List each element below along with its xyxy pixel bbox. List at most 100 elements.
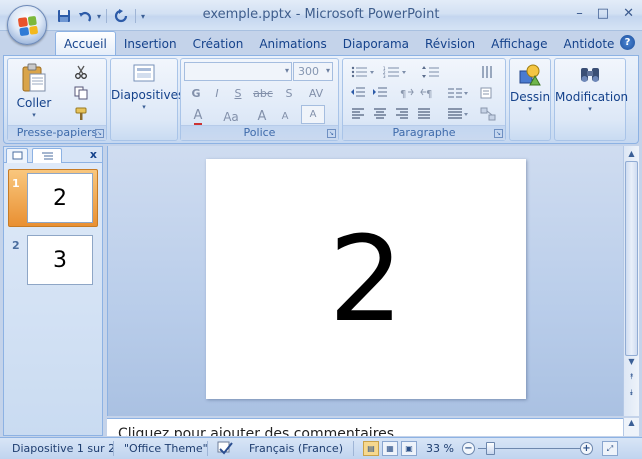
notes-pane[interactable]: Cliquez pour ajouter des commentaires (107, 418, 623, 436)
paste-button[interactable]: Coller ▾ (14, 63, 54, 119)
scrollbar-thumb[interactable] (625, 161, 638, 356)
slide-thumbnail-content: 3 (53, 247, 67, 273)
ltr-icon[interactable]: ¶ (397, 84, 415, 102)
increase-indent-icon[interactable] (371, 84, 389, 102)
copy-icon[interactable] (72, 84, 90, 102)
new-slide-icon (132, 63, 156, 85)
paragraph-launcher-icon[interactable]: ↘ (494, 129, 503, 138)
align-text-icon[interactable] (477, 84, 499, 102)
vertical-scrollbar[interactable]: ▲ ▼ ⯭ ⯯ (623, 146, 639, 416)
slideshow-view-button[interactable]: ▣ (401, 441, 417, 456)
zoom-level[interactable]: 33 % (426, 442, 454, 455)
maximize-button[interactable]: □ (597, 6, 609, 21)
tab-diaporama[interactable]: Diaporama (335, 32, 417, 55)
smartart-icon[interactable] (477, 105, 499, 123)
align-right-icon[interactable] (393, 105, 411, 123)
cut-icon[interactable] (72, 63, 90, 81)
align-center-icon[interactable] (371, 105, 389, 123)
font-name-dropdown-icon[interactable]: ▾ (285, 66, 289, 75)
editing-button[interactable]: Modification ▾ (555, 63, 628, 113)
editing-dropdown-icon[interactable]: ▾ (555, 105, 625, 113)
next-slide-icon[interactable]: ⯯ (625, 386, 638, 400)
character-spacing-button[interactable]: AV (301, 84, 331, 103)
font-color-button[interactable]: A (186, 107, 210, 126)
spellcheck-icon[interactable] (216, 440, 234, 459)
tab-accueil[interactable]: Accueil (55, 31, 116, 55)
close-panel-icon[interactable]: x (90, 148, 97, 161)
font-size-dropdown-icon[interactable]: ▾ (326, 66, 330, 75)
new-slide-dropdown-icon[interactable]: ▾ (111, 103, 177, 111)
scroll-up-icon[interactable]: ▲ (625, 146, 638, 160)
slide-thumbnail-2[interactable]: 3 (27, 235, 93, 285)
shadow-button[interactable]: S (279, 84, 299, 103)
decrease-indent-icon[interactable] (349, 84, 367, 102)
outline-tab-icon[interactable] (32, 148, 62, 163)
drawing-dropdown-icon[interactable]: ▾ (510, 105, 550, 113)
tab-antidote[interactable]: Antidote (556, 32, 623, 55)
notes-placeholder[interactable]: Cliquez pour ajouter des commentaires (118, 426, 394, 436)
line-spacing-icon[interactable] (419, 63, 447, 81)
paste-dropdown-icon[interactable]: ▾ (14, 111, 54, 119)
current-slide[interactable]: 2 (206, 159, 526, 399)
font-group: ▾ 300 ▾ G I S abc S AV A Aa A A A Police… (180, 58, 339, 141)
bold-button[interactable]: G (186, 84, 206, 103)
columns-icon[interactable] (445, 84, 471, 102)
previous-slide-icon[interactable]: ⯭ (625, 370, 638, 384)
tab-creation[interactable]: Création (185, 32, 252, 55)
bullets-icon[interactable] (349, 63, 377, 81)
font-size-field[interactable]: 300 ▾ (293, 62, 333, 81)
font-name-field[interactable]: ▾ (184, 62, 292, 81)
slide-editor: 2 (107, 146, 623, 416)
zoom-in-button[interactable]: + (580, 442, 593, 455)
slide-content-text[interactable]: 2 (328, 220, 403, 338)
close-button[interactable]: ✕ (623, 6, 634, 21)
shrink-font-button[interactable]: A (275, 107, 295, 126)
tab-revision[interactable]: Révision (417, 32, 483, 55)
numbering-icon[interactable]: 123 (381, 63, 409, 81)
align-left-icon[interactable] (349, 105, 367, 123)
tab-insertion[interactable]: Insertion (116, 32, 185, 55)
clipboard-group: Coller ▾ Presse-papiers ↘ (7, 58, 107, 141)
scroll-down-icon[interactable]: ▼ (625, 354, 638, 368)
zoom-slider-thumb[interactable] (486, 442, 495, 455)
slides-tab-icon[interactable] (6, 148, 28, 163)
fit-to-window-button[interactable]: ⤢ (602, 441, 618, 456)
tab-affichage[interactable]: Affichage (483, 32, 555, 55)
font-launcher-icon[interactable]: ↘ (327, 129, 336, 138)
paste-icon (21, 63, 47, 93)
separator (353, 441, 354, 456)
clipboard-launcher-icon[interactable]: ↘ (95, 129, 104, 138)
language-status[interactable]: Français (France) (249, 442, 343, 455)
notes-scroll-up-icon[interactable]: ▲ (623, 418, 639, 436)
theme-status: "Office Theme" (124, 442, 208, 455)
window-title: exemple.pptx - Microsoft PowerPoint (202, 7, 440, 22)
office-logo-icon (17, 15, 39, 37)
text-direction-icon[interactable] (477, 63, 499, 81)
slide-sorter-view-button[interactable]: ▦ (382, 441, 398, 456)
new-slide-button[interactable]: Diapositives ▾ (111, 63, 184, 111)
title-bar: ▾ ▾ exemple.pptx - Microsoft PowerPoint … (0, 0, 642, 31)
underline-button[interactable]: S (228, 84, 248, 103)
paragraph-group-label: Paragraphe (343, 125, 505, 140)
svg-text:¶: ¶ (400, 89, 406, 99)
distribute-icon[interactable] (445, 105, 471, 123)
clear-formatting-button[interactable]: A (301, 105, 325, 124)
drawing-button[interactable]: Dessin ▾ (510, 63, 550, 113)
help-button[interactable]: ? (620, 35, 635, 50)
change-case-button[interactable]: Aa (215, 107, 247, 126)
tab-animations[interactable]: Animations (251, 32, 334, 55)
slide-thumbnail-content: 2 (53, 185, 67, 211)
slide-thumbnail-1[interactable]: 2 (27, 173, 93, 223)
zoom-out-button[interactable]: − (462, 442, 475, 455)
grow-font-button[interactable]: A (251, 107, 273, 126)
justify-icon[interactable] (415, 105, 433, 123)
strikethrough-button[interactable]: abc (249, 84, 277, 103)
minimize-button[interactable]: – (576, 6, 583, 21)
italic-button[interactable]: I (207, 84, 227, 103)
normal-view-button[interactable]: ▤ (363, 441, 379, 456)
clipboard-group-label: Presse-papiers (8, 125, 106, 140)
rtl-icon[interactable]: ¶ (419, 84, 437, 102)
font-group-label: Police (181, 125, 338, 140)
format-painter-icon[interactable] (72, 105, 90, 123)
office-button[interactable] (7, 5, 47, 45)
